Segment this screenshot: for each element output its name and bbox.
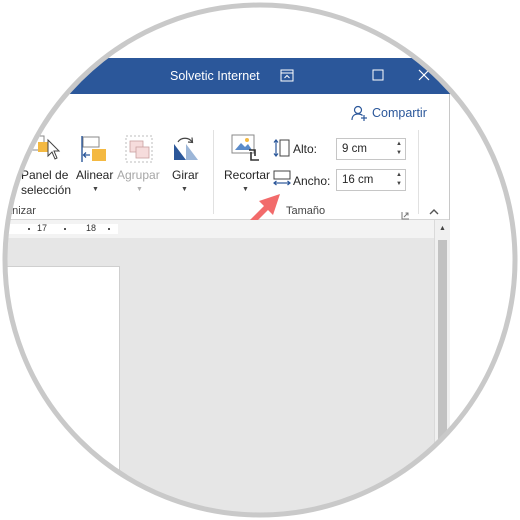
ruler-margin-area — [0, 224, 118, 234]
window-title: Solvetic Internet — [170, 69, 260, 83]
size-group-label: Tamaño — [286, 205, 326, 217]
word-window: Solvetic Internet Compartir Panel de sel… — [0, 0, 520, 520]
ruler-tick — [108, 228, 110, 230]
scroll-up-icon[interactable]: ▲ — [435, 222, 450, 236]
rotate-label: Girar — [172, 168, 199, 182]
horizontal-ruler: 17 18 — [0, 220, 434, 238]
share-button[interactable]: Compartir — [350, 104, 427, 122]
crop-icon — [231, 134, 259, 161]
crop-label: Recortar — [224, 168, 271, 182]
group-label: Agrupar — [117, 168, 160, 182]
align-caret-icon: ▼ — [92, 186, 99, 193]
width-value: 16 cm — [342, 174, 374, 186]
ribbon-display-options-button[interactable] — [264, 58, 310, 94]
document-page[interactable] — [0, 266, 120, 520]
maximize-button[interactable] — [356, 58, 402, 94]
height-decrease-icon[interactable]: ▼ — [394, 149, 404, 158]
ribbon-edge — [449, 94, 450, 220]
rotate-icon — [174, 137, 198, 160]
width-decrease-icon[interactable]: ▼ — [394, 180, 404, 189]
person-add-icon — [351, 105, 367, 121]
selection-pane-label-line1: Panel de — [21, 168, 69, 182]
rotate-caret-icon: ▼ — [181, 186, 188, 193]
rotate-button[interactable] — [170, 134, 200, 169]
ruler-number: 18 — [86, 223, 97, 233]
align-button[interactable] — [80, 134, 110, 169]
selection-pane-button[interactable] — [28, 132, 64, 169]
side-background — [450, 94, 520, 520]
width-increase-icon[interactable]: ▲ — [394, 171, 404, 180]
group-caret-icon: ▼ — [136, 186, 143, 193]
maximize-icon — [372, 69, 384, 81]
close-button[interactable] — [402, 58, 448, 94]
height-spinner[interactable]: ▲ ▼ — [394, 140, 404, 158]
ruler-tick — [64, 228, 66, 230]
align-label: Alinear — [76, 168, 114, 182]
shape-height-icon — [272, 138, 292, 163]
close-icon — [418, 69, 430, 81]
group-divider — [213, 130, 214, 214]
organize-group-label: anizar — [6, 205, 36, 217]
dialog-launcher-icon — [401, 212, 409, 220]
ruler-number: 17 — [37, 223, 48, 233]
height-label: Alto: — [293, 142, 318, 156]
crop-button[interactable] — [229, 132, 263, 169]
group-button — [124, 134, 154, 169]
height-value: 9 cm — [342, 143, 367, 155]
collapse-ribbon-icon — [429, 209, 439, 215]
ribbon-display-icon — [280, 69, 294, 82]
height-increase-icon[interactable]: ▲ — [394, 140, 404, 149]
share-label: Compartir — [372, 106, 427, 120]
width-label: Ancho: — [293, 174, 331, 188]
width-spinner[interactable]: ▲ ▼ — [394, 171, 404, 189]
align-icon — [81, 136, 106, 162]
selection-pane-label-line2: selección — [21, 183, 72, 197]
width-input[interactable]: 16 cm ▲ ▼ — [336, 169, 406, 191]
height-input[interactable]: 9 cm ▲ ▼ — [336, 138, 406, 160]
group-icon — [125, 135, 153, 163]
selection-pane-icon — [29, 135, 61, 160]
ruler-tick — [28, 228, 30, 230]
vertical-scrollbar[interactable]: ▲ — [434, 220, 450, 520]
scroll-thumb[interactable] — [438, 240, 447, 440]
group-divider-right — [418, 130, 419, 214]
